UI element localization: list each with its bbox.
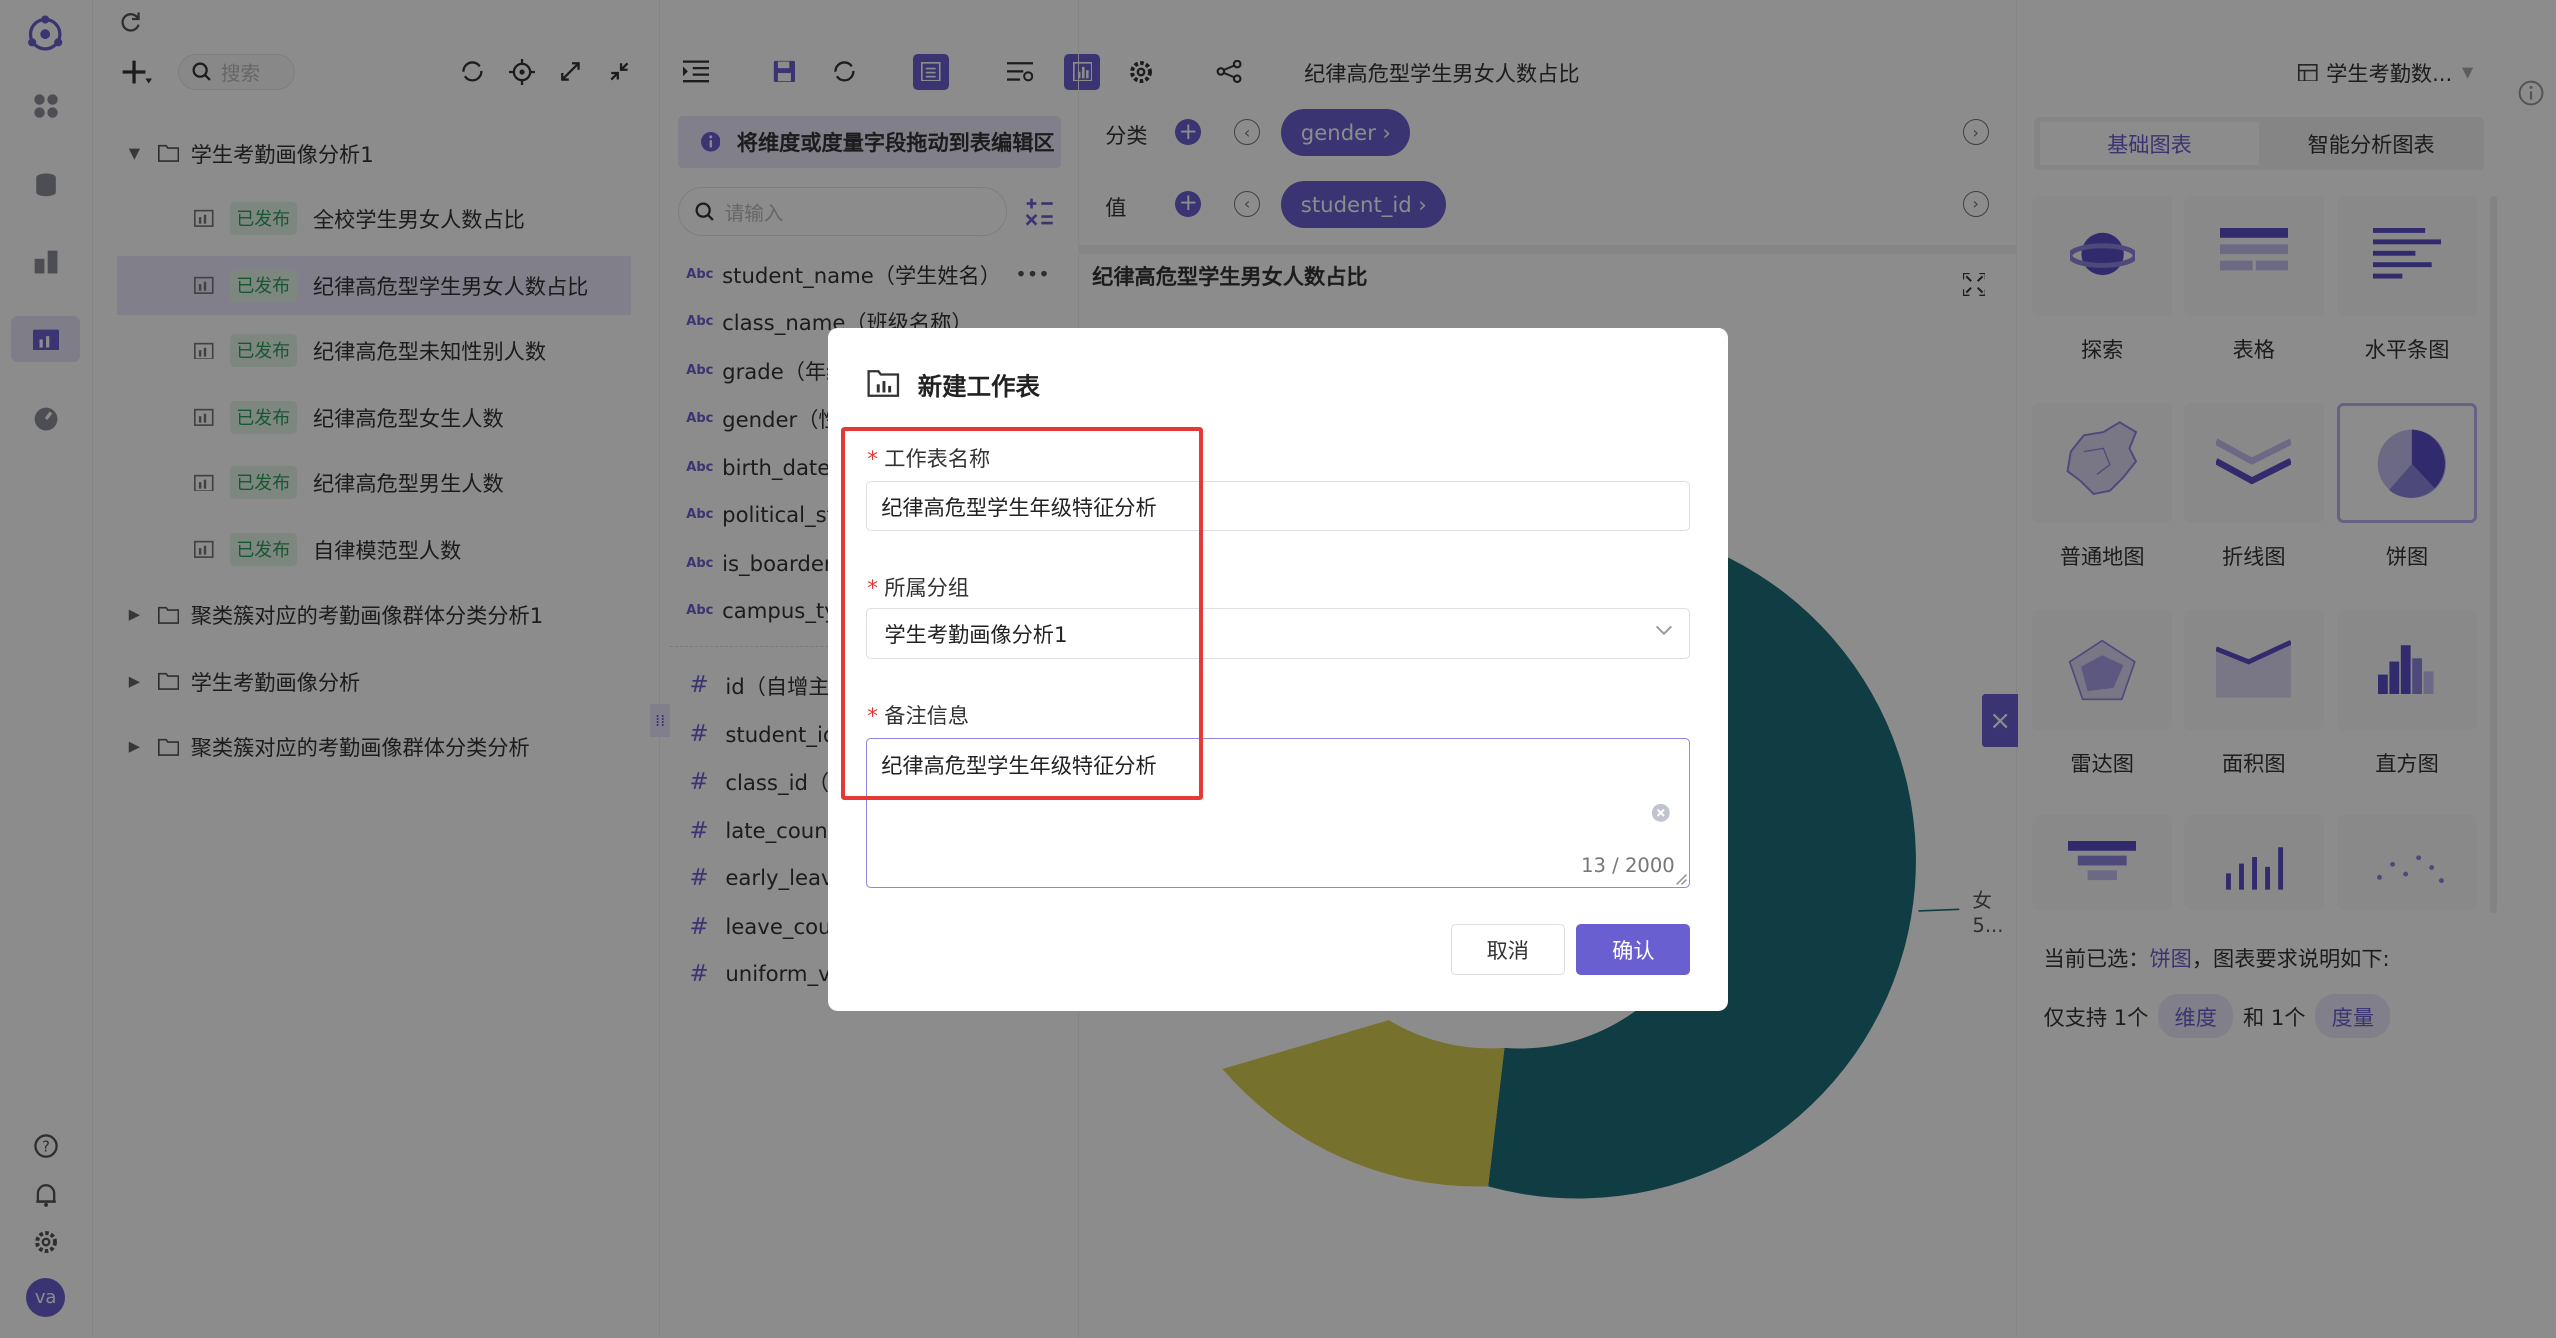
cancel-button[interactable]: 取消 (1450, 924, 1565, 975)
note-value: 纪律高危型学生年级特征分析 (881, 753, 1157, 779)
worksheet-name-input[interactable]: 纪律高危型学生年级特征分析 (865, 480, 1691, 532)
app-root: ? va 搜索 ▼ 学生考勤画像分析1 已发布 全校学生男女人数占比 已发布 纪… (0, 0, 2556, 1338)
char-counter: 13 / 2000 (1581, 853, 1675, 877)
dialog-title: 新建工作表 (917, 372, 1040, 402)
resize-handle-icon[interactable] (1675, 873, 1688, 886)
required-mark: * (867, 574, 878, 600)
name-label-text: 工作表名称 (884, 445, 991, 471)
note-label-text: 备注信息 (884, 703, 970, 729)
clear-icon[interactable] (1649, 801, 1672, 824)
note-textarea[interactable]: 纪律高危型学生年级特征分析 13 / 2000 (865, 738, 1691, 889)
group-label: * 所属分组 (867, 571, 969, 602)
group-select[interactable]: 学生考勤画像分析1 (865, 608, 1691, 659)
new-worksheet-dialog: 新建工作表 * 工作表名称 纪律高危型学生年级特征分析 * 所属分组 学生考勤画像分… (828, 327, 1728, 1011)
worksheet-dialog-icon (867, 368, 900, 398)
chevron-down-icon (1655, 624, 1673, 637)
name-label: * 工作表名称 (867, 442, 990, 473)
required-mark: * (867, 703, 878, 729)
group-label-text: 所属分组 (884, 574, 970, 600)
name-value: 纪律高危型学生年级特征分析 (881, 494, 1157, 520)
note-label: * 备注信息 (867, 699, 969, 730)
confirm-button[interactable]: 确认 (1576, 924, 1691, 975)
group-value: 学生考勤画像分析1 (884, 621, 1068, 647)
required-mark: * (867, 445, 878, 471)
